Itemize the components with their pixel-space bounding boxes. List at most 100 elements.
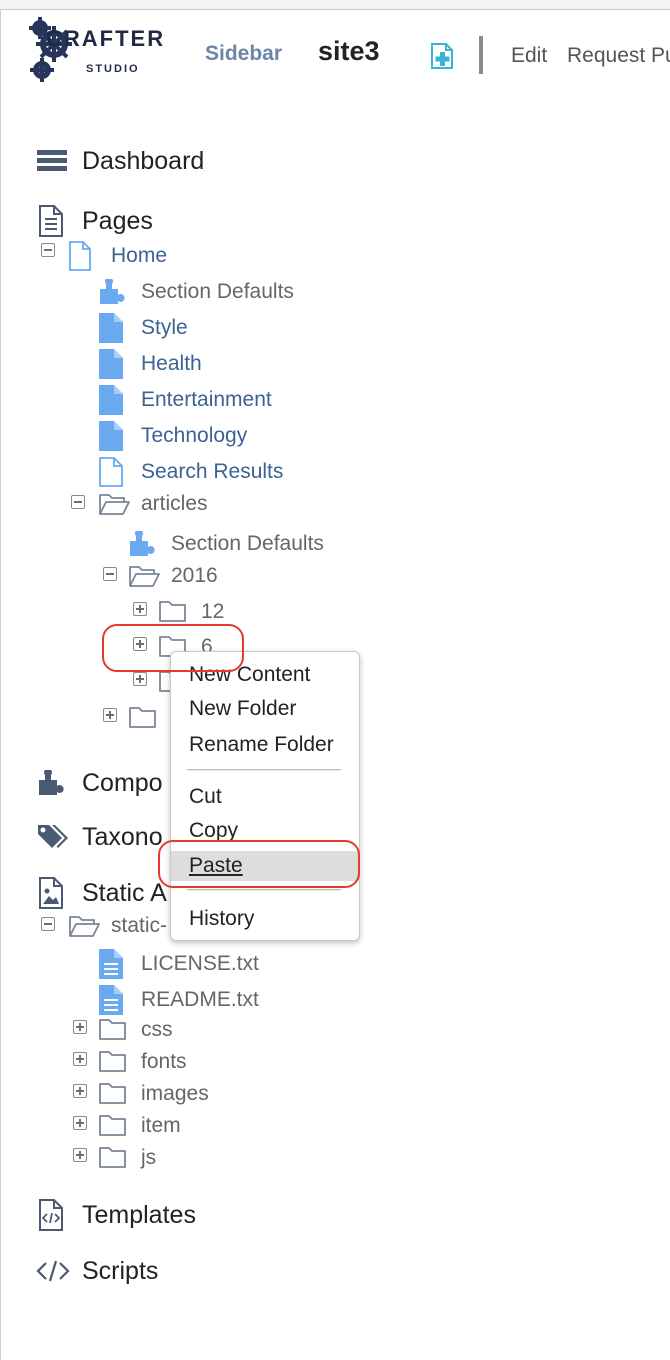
collapse-toggle-icon[interactable] [71,495,85,509]
annotation-highlight-paste [158,840,360,888]
menu-separator [187,769,341,771]
tree-item-style[interactable]: Style [96,311,356,345]
page-filled-icon [99,349,123,379]
tree-item-label: static- [111,914,168,937]
tree-item-license[interactable]: LICENSE.txt [96,947,356,981]
tree-item-search-results[interactable]: Search Results [96,455,356,489]
folder-closed-icon [99,1051,126,1072]
folder-closed-icon [99,1083,126,1104]
menu-item-cut[interactable]: Cut [171,781,359,813]
toolbar-divider [479,36,483,74]
menu-item-rename-folder[interactable]: Rename Folder [171,729,359,761]
tree-item-label: 2016 [171,564,218,587]
pages-icon [39,205,63,237]
expand-toggle-icon[interactable] [73,1084,87,1098]
tree-item-label: item [141,1114,181,1137]
tree-item-label: js [141,1146,157,1169]
page-filled-icon [99,385,123,415]
component-puzzle-icon [100,279,125,304]
tree-item-health[interactable]: Health [96,347,356,381]
page-filled-icon [99,313,123,343]
left-border [0,9,1,1360]
tree-item-readme[interactable]: README.txt [96,983,356,1017]
expand-toggle-icon[interactable] [133,672,147,686]
tree-item-label: Section Defaults [171,532,324,555]
tree-item-label: Search Results [141,460,284,483]
folder-closed-icon [129,707,156,728]
tree-item-label: articles [141,492,208,515]
context-menu: New Content New Folder Rename Folder Cut… [170,651,360,941]
sidebar-item-templates[interactable]: Templates [36,1198,336,1232]
menu-item-history[interactable]: History [171,903,359,935]
tree-item-2016[interactable]: 2016 [100,559,300,593]
folder-closed-icon [159,601,186,622]
tree-item-label: Home [111,244,168,267]
sidebar-item-label: Static A [82,879,167,907]
annotation-highlight-folder-6 [102,624,244,672]
folder-closed-icon [99,1115,126,1136]
tree-item-css[interactable]: css [70,1013,270,1047]
page-outline-icon [69,241,91,271]
sidebar-item-label: Templates [82,1201,196,1229]
dashboard-icon [37,150,67,171]
tags-icon [38,825,68,848]
tree-item-label: Style [141,316,188,339]
folder-closed-icon [99,1019,126,1040]
text-file-icon [99,985,123,1015]
page-filled-icon [99,421,123,451]
collapse-toggle-icon[interactable] [41,243,55,257]
add-content-icon[interactable] [428,42,456,70]
image-file-icon [39,877,63,909]
edit-button[interactable]: Edit [511,44,547,68]
sidebar-item-label: Pages [82,207,153,235]
expand-toggle-icon[interactable] [73,1020,87,1034]
sidebar-item-pages[interactable]: Pages [36,204,336,238]
tree-item-label: Entertainment [141,388,272,411]
folder-open-icon [99,494,130,515]
components-puzzle-icon [39,770,64,795]
sidebar-item-label: Taxono [82,823,163,851]
tree-item-year-covered[interactable] [100,701,170,735]
text-file-icon [99,949,123,979]
tree-item-label: fonts [141,1050,187,1073]
tree-item-home[interactable]: Home [40,239,340,273]
top-border [0,0,670,10]
menu-separator [187,889,341,891]
collapse-toggle-icon[interactable] [41,917,55,931]
tree-item-images[interactable]: images [70,1077,270,1111]
tree-item-articles[interactable]: articles [70,487,330,521]
folder-open-icon [129,566,160,587]
tree-item-label: css [141,1018,173,1041]
logo-subtitle: STUDIO [86,63,140,75]
tree-item-label: LICENSE.txt [141,952,259,975]
component-puzzle-icon [130,531,155,556]
sidebar-item-scripts[interactable]: Scripts [36,1254,336,1288]
sidebar-item-dashboard[interactable]: Dashboard [36,144,336,178]
tree-item-entertainment[interactable]: Entertainment [96,383,356,417]
tree-item-technology[interactable]: Technology [96,419,356,453]
folder-open-icon [69,916,100,937]
expand-toggle-icon[interactable] [73,1052,87,1066]
tree-item-js[interactable]: js [70,1141,270,1175]
request-publish-button[interactable]: Request Pu [567,44,670,68]
tree-item-articles-section-defaults[interactable]: Section Defaults [126,527,386,561]
collapse-toggle-icon[interactable] [103,567,117,581]
tree-item-fonts[interactable]: fonts [70,1045,270,1079]
expand-toggle-icon[interactable] [73,1116,87,1130]
tree-item-label: Section Defaults [141,280,294,303]
tree-item-item[interactable]: item [70,1109,270,1143]
tree-item-label: Health [141,352,202,375]
expand-toggle-icon[interactable] [73,1148,87,1162]
tree-item-label: Technology [141,424,248,447]
sidebar-item-label: Dashboard [82,147,205,175]
tree-item-section-defaults[interactable]: Section Defaults [96,275,356,309]
sidebar-item-label: Scripts [82,1257,159,1285]
sidebar-toggle[interactable]: Sidebar [205,42,282,66]
tree-item-label: README.txt [141,988,259,1011]
site-name[interactable]: site3 [318,36,380,67]
sidebar-item-label: Compo [82,769,163,797]
expand-toggle-icon[interactable] [133,602,147,616]
menu-item-new-folder[interactable]: New Folder [171,693,359,725]
code-icon [36,1260,70,1282]
expand-toggle-icon[interactable] [103,708,117,722]
